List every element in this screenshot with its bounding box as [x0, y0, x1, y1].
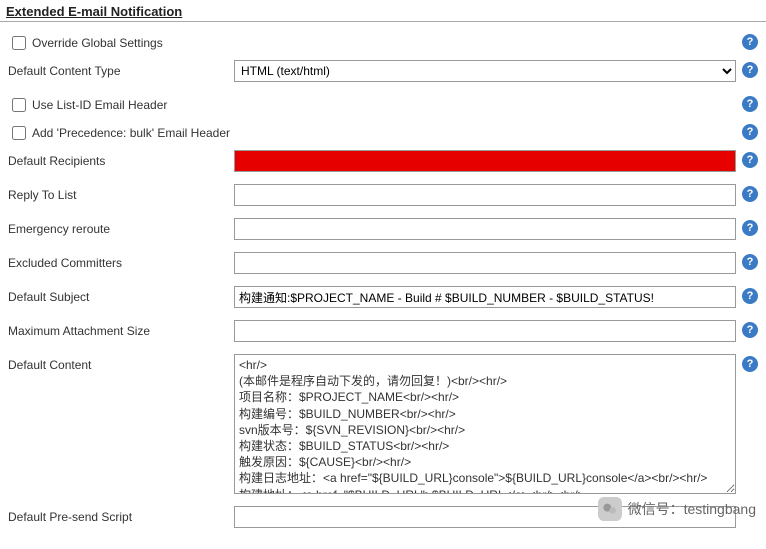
default-recipients-input[interactable]: [234, 150, 736, 172]
help-icon[interactable]: ?: [742, 62, 758, 78]
section-title: Extended E-mail Notification: [0, 0, 766, 22]
use-list-id-label: Use List-ID Email Header: [32, 98, 167, 112]
help-icon[interactable]: ?: [742, 186, 758, 202]
help-icon[interactable]: ?: [742, 322, 758, 338]
help-icon[interactable]: ?: [742, 254, 758, 270]
max-attach-label: Maximum Attachment Size: [8, 324, 150, 338]
help-icon[interactable]: ?: [742, 152, 758, 168]
precedence-bulk-checkbox[interactable]: [12, 126, 26, 140]
row-content-type: Default Content Type HTML (text/html) ?: [4, 60, 762, 82]
reply-to-label: Reply To List: [8, 188, 76, 202]
help-icon[interactable]: ?: [742, 34, 758, 50]
reply-to-input[interactable]: [234, 184, 736, 206]
help-icon[interactable]: ?: [742, 356, 758, 372]
emergency-reroute-label: Emergency reroute: [8, 222, 110, 236]
help-icon[interactable]: ?: [742, 96, 758, 112]
row-use-list-id: Use List-ID Email Header ?: [4, 94, 762, 116]
row-default-recipients: Default Recipients ?: [4, 150, 762, 172]
pre-send-input[interactable]: [234, 506, 736, 528]
excluded-committers-label: Excluded Committers: [8, 256, 122, 270]
help-icon[interactable]: ?: [742, 220, 758, 236]
row-reply-to: Reply To List ?: [4, 184, 762, 206]
row-precedence-bulk: Add 'Precedence: bulk' Email Header ?: [4, 122, 762, 144]
emergency-reroute-input[interactable]: [234, 218, 736, 240]
default-subject-label: Default Subject: [8, 290, 89, 304]
row-max-attach: Maximum Attachment Size ?: [4, 320, 762, 342]
max-attach-input[interactable]: [234, 320, 736, 342]
row-default-content: Default Content ?: [4, 354, 762, 494]
override-global-checkbox[interactable]: [12, 36, 26, 50]
config-form: Override Global Settings ? Default Conte…: [0, 26, 766, 538]
content-type-label: Default Content Type: [8, 64, 121, 78]
default-recipients-label: Default Recipients: [8, 154, 105, 168]
row-override-global: Override Global Settings ?: [4, 32, 762, 54]
row-excluded-committers: Excluded Committers ?: [4, 252, 762, 274]
row-pre-send: Default Pre-send Script: [4, 506, 762, 528]
help-icon[interactable]: ?: [742, 288, 758, 304]
use-list-id-checkbox[interactable]: [12, 98, 26, 112]
override-global-label: Override Global Settings: [32, 36, 163, 50]
help-icon[interactable]: ?: [742, 124, 758, 140]
default-content-textarea[interactable]: [234, 354, 736, 494]
row-default-subject: Default Subject ?: [4, 286, 762, 308]
default-content-label: Default Content: [8, 358, 91, 372]
precedence-bulk-label: Add 'Precedence: bulk' Email Header: [32, 126, 230, 140]
default-subject-input[interactable]: [234, 286, 736, 308]
row-emergency-reroute: Emergency reroute ?: [4, 218, 762, 240]
pre-send-label: Default Pre-send Script: [8, 510, 132, 524]
content-type-select[interactable]: HTML (text/html): [234, 60, 736, 82]
excluded-committers-input[interactable]: [234, 252, 736, 274]
